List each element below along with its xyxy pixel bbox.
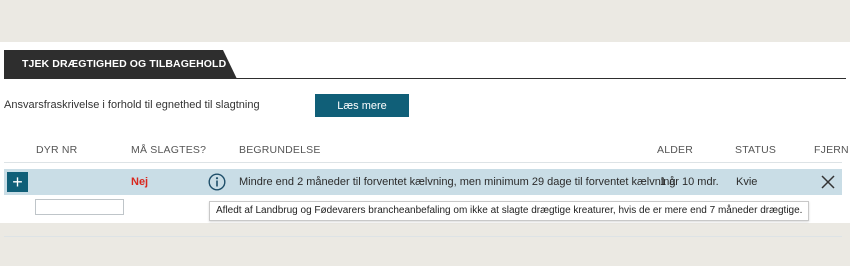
tab-check-pregnancy[interactable]: TJEK DRÆGTIGHED OG TILBAGEHOLD xyxy=(4,50,237,79)
header-begrundelse: BEGRUNDELSE xyxy=(239,144,321,156)
tab-underline xyxy=(230,78,846,79)
header-divider xyxy=(4,162,842,163)
maa-slagtes-value: Nej xyxy=(131,176,149,188)
read-more-button[interactable]: Læs mere xyxy=(315,94,409,117)
header-dyr-nr: DYR NR xyxy=(36,144,78,156)
tab-bar: TJEK DRÆGTIGHED OG TILBAGEHOLD xyxy=(4,50,850,79)
disclaimer-text: Ansvarsfraskrivelse i forhold til egneth… xyxy=(4,99,260,111)
info-icon[interactable] xyxy=(208,173,226,191)
begrundelse-value: Mindre end 2 måneder til forventet kælvn… xyxy=(239,176,676,188)
table-row: + Nej Mindre end 2 måneder til forventet… xyxy=(4,169,842,195)
header-maa-slagtes: MÅ SLAGTES? xyxy=(131,144,207,156)
main-panel: TJEK DRÆGTIGHED OG TILBAGEHOLD Ansvarsfr… xyxy=(0,42,850,237)
header-alder: ALDER xyxy=(657,144,694,156)
alder-value: 1 år 10 mdr. xyxy=(660,176,719,188)
dyr-nr-input[interactable] xyxy=(35,199,124,215)
row-divider xyxy=(4,236,842,237)
info-tooltip: Afledt af Landbrug og Fødevarers branche… xyxy=(209,201,810,221)
close-icon[interactable] xyxy=(820,174,836,190)
header-status: STATUS xyxy=(735,144,777,156)
plus-icon[interactable]: + xyxy=(7,172,28,192)
header-fjern: FJERN xyxy=(814,144,849,156)
status-value: Kvie xyxy=(736,176,758,188)
